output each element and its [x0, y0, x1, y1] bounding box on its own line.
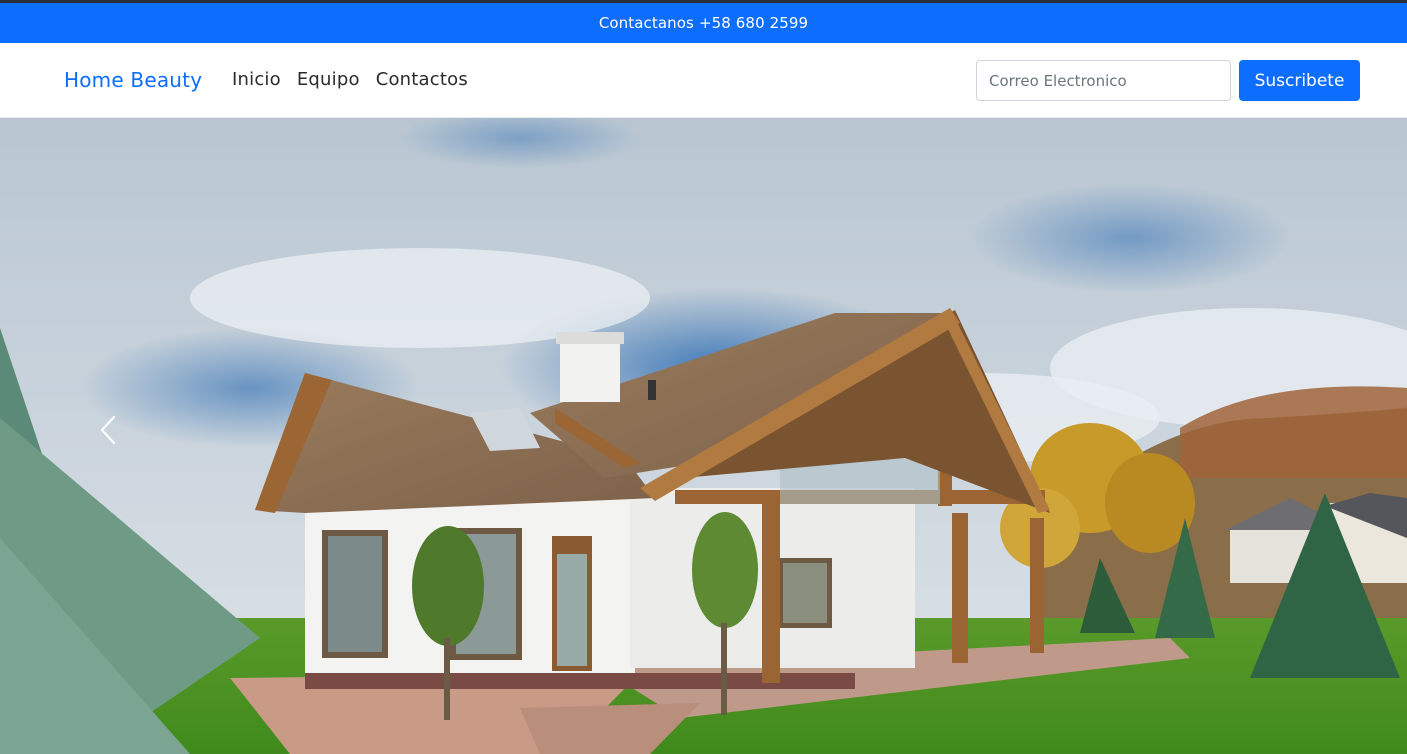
nav-links: Inicio Equipo Contactos	[232, 69, 484, 90]
nav-link-inicio[interactable]: Inicio	[232, 69, 281, 90]
contact-phone: +58 680 2599	[698, 14, 809, 32]
nav-link-equipo[interactable]: Equipo	[297, 69, 360, 90]
navbar: Home Beauty Inicio Equipo Contactos Susc…	[0, 43, 1407, 118]
nav-link-contactos[interactable]: Contactos	[376, 69, 468, 90]
house-photo	[0, 118, 1407, 754]
chevron-left-icon	[100, 415, 116, 445]
hero-carousel	[0, 118, 1407, 754]
contact-label: Contactanos	[598, 14, 694, 32]
brand-link[interactable]: Home Beauty	[64, 68, 202, 92]
carousel-prev-control[interactable]	[86, 400, 130, 460]
contact-bar: Contactanos +58 680 2599	[0, 3, 1407, 43]
email-input[interactable]	[976, 60, 1231, 101]
subscribe-button[interactable]: Suscribete	[1239, 60, 1360, 101]
subscribe-form: Suscribete	[976, 60, 1360, 101]
